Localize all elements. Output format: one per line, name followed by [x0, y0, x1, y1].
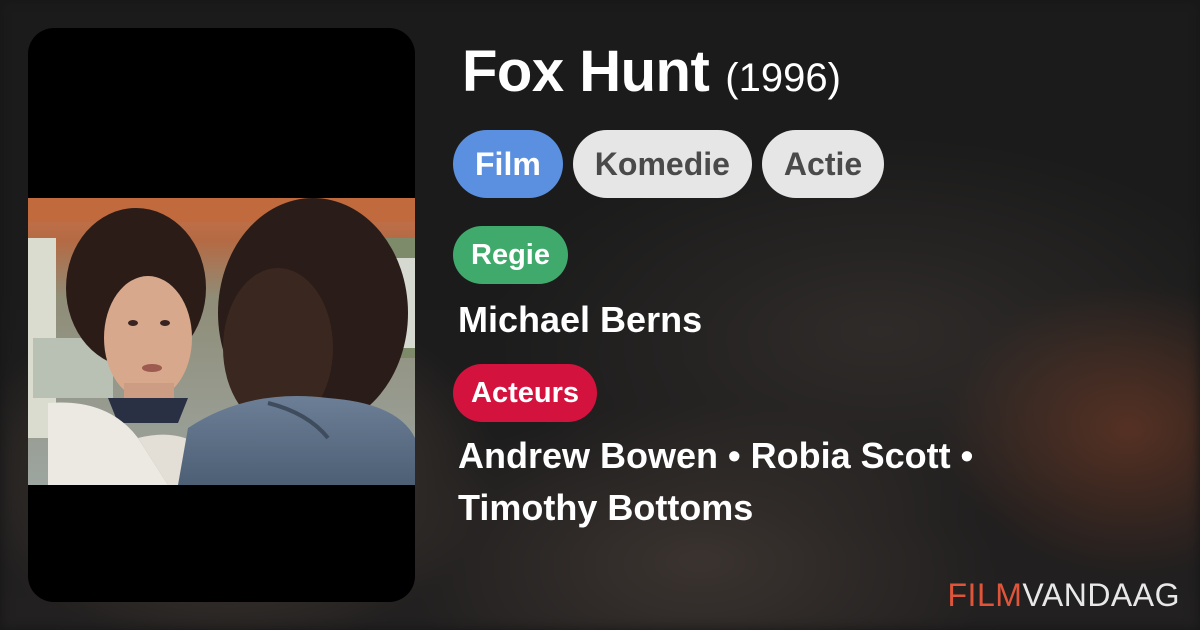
regie-badge: Regie [453, 226, 568, 284]
genre-chip-actie[interactable]: Actie [761, 130, 885, 198]
actor-names-line-1: Andrew Bowen • Robia Scott • [458, 435, 974, 476]
movie-still-image [28, 198, 415, 485]
movie-poster [28, 28, 415, 602]
genre-chip-film[interactable]: Film [453, 130, 563, 198]
genre-list: Film Komedie Actie [453, 130, 885, 198]
filmvandaag-logo[interactable]: FILMVANDAAG [948, 577, 1181, 614]
logo-film-part: FILM [947, 577, 1023, 613]
movie-still-illustration [28, 198, 415, 485]
genre-chip-komedie[interactable]: Komedie [572, 130, 752, 198]
actor-names-line-2: Timothy Bottoms [458, 487, 754, 528]
logo-vandaag-part: VANDAAG [1022, 577, 1180, 613]
movie-title-text: Fox Hunt [462, 39, 710, 104]
acteurs-badge: Acteurs [453, 364, 597, 422]
actor-names: Andrew Bowen • Robia Scott • Timothy Bot… [458, 430, 1078, 534]
movie-title: Fox Hunt (1996) [462, 38, 841, 108]
director-names: Michael Berns [458, 299, 703, 340]
movie-year: (1996) [725, 56, 841, 100]
